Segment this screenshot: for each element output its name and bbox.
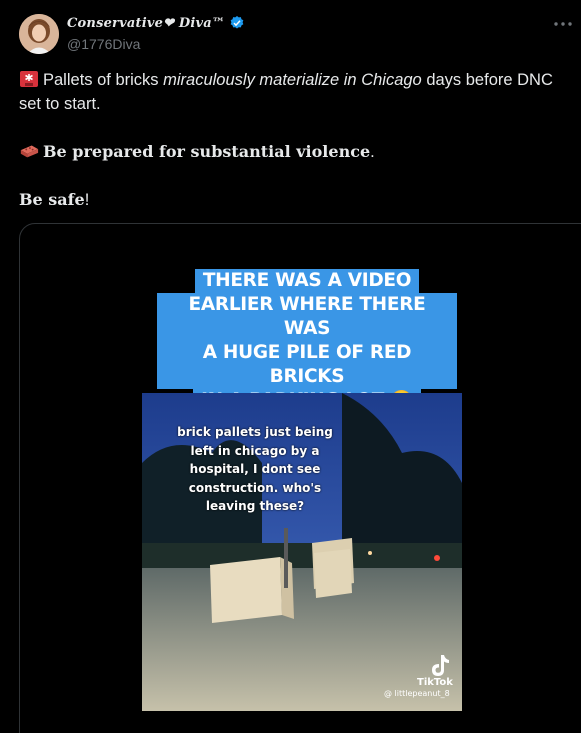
- tweet: Conservative❤ Diva™ @1776Diva Pallets of…: [0, 0, 581, 733]
- caption-line-3: A HUGE PILE OF RED BRICKS: [157, 341, 457, 389]
- tweet-line-2: Be prepared for substantial violence.: [19, 140, 574, 164]
- line2-tail: .: [370, 143, 375, 161]
- video-overlay-text: brick pallets just being left in chicago…: [142, 423, 368, 516]
- more-options-icon[interactable]: [551, 12, 575, 36]
- line2-bold: Be prepared for substantial violence: [43, 142, 371, 161]
- siren-icon: [20, 71, 38, 87]
- tiktok-username: @ littlepeanut_8: [384, 689, 450, 698]
- author-handle[interactable]: @1776Diva: [67, 36, 140, 52]
- tweet-line-1: Pallets of bricks miraculously materiali…: [19, 68, 574, 116]
- video-text-line-3: hospital, I dont see: [189, 462, 321, 476]
- tweet-line-3: Be safe!: [19, 188, 574, 212]
- video-frame[interactable]: brick pallets just being left in chicago…: [142, 393, 462, 711]
- verified-badge-icon: [230, 16, 244, 29]
- display-name[interactable]: Conservative❤ Diva™: [67, 16, 225, 31]
- line3-bold: Be safe: [19, 190, 85, 209]
- caption-line-1: THERE WAS A VIDEO: [194, 269, 420, 293]
- video-text-line-1: brick pallets just being: [177, 425, 333, 439]
- avatar[interactable]: [19, 14, 59, 54]
- line1-pre: Pallets of bricks: [43, 71, 164, 89]
- line3-tail: !: [84, 191, 90, 209]
- video-text-line-4: construction. who's: [188, 480, 322, 495]
- tweet-text: Pallets of bricks miraculously materiali…: [19, 68, 574, 212]
- caption-overlay: THERE WAS A VIDEO EARLIER WHERE THERE WA…: [157, 269, 457, 413]
- avatar-photo-icon: [19, 14, 59, 54]
- author-name-row[interactable]: Conservative❤ Diva™: [67, 15, 245, 31]
- video-text-line-5: leaving these?: [205, 499, 305, 513]
- tiktok-logo-icon: [432, 655, 449, 676]
- tiktok-label: TikTok: [417, 677, 453, 688]
- brick-icon: [20, 145, 39, 158]
- video-text-line-2: left in chicago by a: [190, 443, 320, 458]
- caption-line-2: EARLIER WHERE THERE WAS: [157, 293, 457, 341]
- line1-italic: miraculously materialize in Chicago: [163, 71, 422, 89]
- media-card[interactable]: THERE WAS A VIDEO EARLIER WHERE THERE WA…: [19, 223, 581, 733]
